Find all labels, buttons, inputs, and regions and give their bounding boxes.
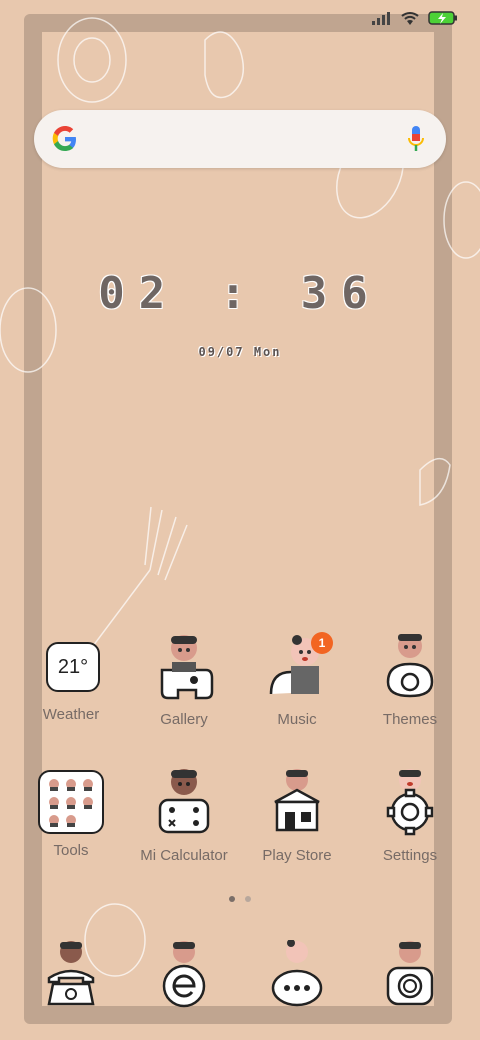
- status-bar: [372, 10, 458, 31]
- app-themes[interactable]: Themes: [354, 632, 466, 728]
- app-label: Settings: [382, 847, 438, 864]
- mic-icon[interactable]: [408, 125, 424, 158]
- notification-badge: 1: [311, 632, 333, 654]
- page-dot-active[interactable]: [229, 896, 235, 902]
- play-store-icon: [274, 769, 320, 832]
- google-search-bar[interactable]: [34, 110, 446, 168]
- dock-camera[interactable]: [354, 940, 466, 1015]
- messages-icon: [271, 939, 323, 1007]
- music-icon: [269, 635, 319, 695]
- phone-icon: [47, 941, 95, 1006]
- browser-icon: [162, 941, 206, 1008]
- google-logo: [50, 124, 80, 159]
- app-label: Gallery: [160, 711, 208, 728]
- wifi-icon: [400, 10, 420, 31]
- app-mi-calculator[interactable]: Mi Calculator: [128, 768, 240, 864]
- dock-browser[interactable]: [128, 940, 240, 1015]
- app-label: Tools: [53, 842, 89, 859]
- app-label: Mi Calculator: [140, 847, 228, 864]
- gallery-icon: [160, 635, 214, 700]
- tools-folder-icon: [15, 768, 127, 838]
- camera-icon: [386, 941, 434, 1006]
- weather-icon: 21°: [15, 632, 127, 702]
- app-music[interactable]: 1 Music: [241, 632, 353, 728]
- dock-messages[interactable]: [241, 939, 353, 1015]
- app-label: Music: [277, 711, 317, 728]
- dock-phone[interactable]: [15, 940, 127, 1015]
- app-folder-tools[interactable]: Tools: [15, 768, 127, 859]
- signal-icon: [372, 11, 392, 30]
- calculator-icon: [158, 769, 210, 834]
- page-indicator: [0, 896, 480, 902]
- app-play-store[interactable]: Play Store: [241, 768, 353, 864]
- settings-icon: [386, 769, 434, 836]
- clock-time[interactable]: 02 : 36: [0, 268, 480, 319]
- app-gallery[interactable]: Gallery: [128, 632, 240, 728]
- themes-icon: [386, 634, 434, 698]
- app-label: Themes: [382, 711, 438, 728]
- app-settings[interactable]: Settings: [354, 768, 466, 864]
- battery-charging-icon: [428, 10, 458, 31]
- clock-date: 09/07 Mon: [198, 345, 282, 359]
- page-dot[interactable]: [245, 896, 251, 902]
- weather-temp: 21°: [46, 642, 100, 692]
- app-label: Weather: [42, 706, 100, 723]
- app-label: Play Store: [262, 847, 332, 864]
- app-weather[interactable]: 21° Weather: [15, 632, 127, 723]
